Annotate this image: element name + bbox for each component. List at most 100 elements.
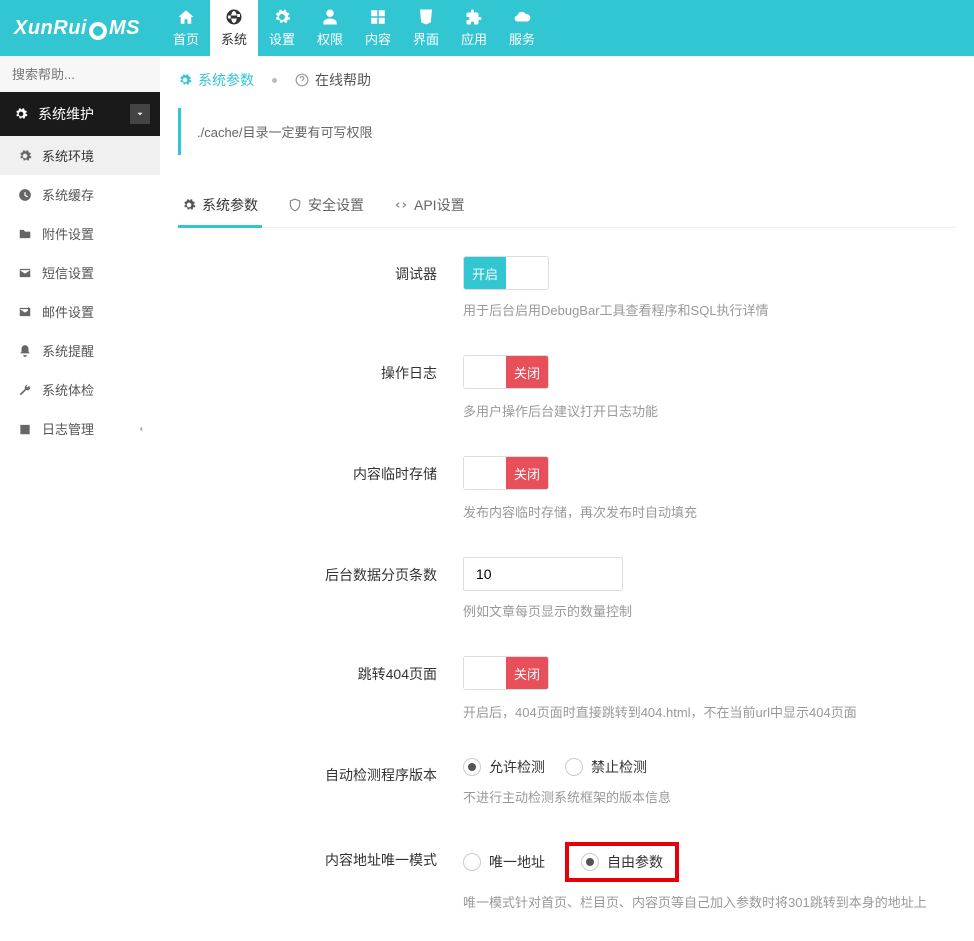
radio-icon — [463, 758, 481, 776]
brand-left: XunRui — [14, 17, 87, 40]
row-oplog: 操作日志 关闭 多用户操作后台建议打开日志功能 — [178, 355, 956, 420]
toggle-off[interactable]: 关闭 — [506, 356, 548, 388]
label-tmpstore: 内容临时存储 — [178, 456, 463, 521]
sidebar-item-email[interactable]: 邮件设置 — [0, 292, 160, 331]
globe-icon — [225, 8, 243, 26]
nav-system[interactable]: 系统 — [210, 0, 258, 56]
radio-icon — [565, 758, 583, 776]
toggle-blank[interactable] — [506, 257, 548, 289]
cloud-icon — [513, 8, 531, 26]
mail-icon — [18, 266, 32, 280]
radio-unique-url[interactable]: 唯一地址 — [463, 852, 545, 872]
row-urlmode: 内容地址唯一模式 唯一地址 自由参数 唯一模式针对首页、栏目页、内容页等自己加入… — [178, 842, 956, 911]
help-pagesize: 例如文章每页显示的数量控制 — [463, 601, 956, 620]
settings-tabs: 系统参数 安全设置 API设置 — [178, 185, 956, 228]
radios-autocheck: 允许检测 禁止检测 — [463, 757, 956, 777]
help-tmpstore: 发布内容临时存储，再次发布时自动填充 — [463, 502, 956, 521]
gear-icon — [178, 73, 192, 87]
sidebar-item-health[interactable]: 系统体检 — [0, 370, 160, 409]
sidebar-category-maintenance[interactable]: 系统维护 — [0, 92, 160, 136]
shield-icon — [288, 198, 302, 212]
label-oplog: 操作日志 — [178, 355, 463, 420]
toggle-blank[interactable] — [464, 356, 506, 388]
row-tmpstore: 内容临时存储 关闭 发布内容临时存储，再次发布时自动填充 — [178, 456, 956, 521]
toggle-blank[interactable] — [464, 457, 506, 489]
toggle-blank[interactable] — [464, 657, 506, 689]
sidebar-item-sysenv[interactable]: 系统环境 — [0, 136, 160, 175]
brand-logo: XunRui MS — [0, 0, 154, 56]
home-icon — [177, 8, 195, 26]
sidebar-item-sms[interactable]: 短信设置 — [0, 253, 160, 292]
radio-icon — [581, 853, 599, 871]
nav-settings[interactable]: 设置 — [258, 0, 306, 56]
label-debugger: 调试器 — [178, 256, 463, 319]
toggle-tmpstore[interactable]: 关闭 — [463, 456, 549, 490]
crumb-online-help[interactable]: 在线帮助 — [295, 70, 371, 90]
gears-icon — [273, 8, 291, 26]
sidebar-item-syscache[interactable]: 系统缓存 — [0, 175, 160, 214]
grid-icon — [369, 8, 387, 26]
help-urlmode: 唯一模式针对首页、栏目页、内容页等自己加入参数时将301跳转到本身的地址上 — [463, 892, 956, 911]
toggle-jump404[interactable]: 关闭 — [463, 656, 549, 690]
breadcrumb: 系统参数 在线帮助 — [178, 70, 956, 90]
label-pagesize: 后台数据分页条数 — [178, 557, 463, 620]
sidebar-search[interactable] — [0, 56, 160, 92]
label-autocheck: 自动检测程序版本 — [178, 757, 463, 806]
alert-cache-writable: ./cache/目录一定要有可写权限 — [178, 108, 956, 155]
help-debugger: 用于后台启用DebugBar工具查看程序和SQL执行详情 — [463, 300, 956, 319]
sidebar-item-attach[interactable]: 附件设置 — [0, 214, 160, 253]
crumb-system-params[interactable]: 系统参数 — [178, 70, 254, 90]
radio-icon — [463, 853, 481, 871]
bell-icon — [18, 344, 32, 358]
nav-permission[interactable]: 权限 — [306, 0, 354, 56]
html5-icon — [417, 8, 435, 26]
label-urlmode: 内容地址唯一模式 — [178, 842, 463, 911]
folder-icon — [18, 227, 32, 241]
toggle-on[interactable]: 开启 — [464, 257, 506, 289]
tab-system-params[interactable]: 系统参数 — [178, 185, 262, 228]
nav-content[interactable]: 内容 — [354, 0, 402, 56]
toggle-oplog[interactable]: 关闭 — [463, 355, 549, 389]
radio-allow-check[interactable]: 允许检测 — [463, 757, 545, 777]
settings-form: 调试器 开启 用于后台启用DebugBar工具查看程序和SQL执行详情 操作日志… — [178, 256, 956, 911]
gear-icon — [182, 198, 196, 212]
help-autocheck: 不进行主动检测系统框架的版本信息 — [463, 787, 956, 806]
input-pagesize[interactable] — [463, 557, 623, 591]
row-jump404: 跳转404页面 关闭 开启后，404页面时直接跳转到404.html，不在当前u… — [178, 656, 956, 721]
sidebar-item-logs[interactable]: 日志管理 — [0, 409, 160, 448]
nav-apps[interactable]: 应用 — [450, 0, 498, 56]
sidebar-menu: 系统维护 系统环境 系统缓存 附件设置 短信设置 邮件设置 系统提醒 系统体检 … — [0, 92, 160, 448]
help-oplog: 多用户操作后台建议打开日志功能 — [463, 401, 956, 420]
nav-service[interactable]: 服务 — [498, 0, 546, 56]
user-icon — [321, 8, 339, 26]
flame-icon — [89, 16, 107, 40]
label-jump404: 跳转404页面 — [178, 656, 463, 721]
code-icon — [394, 198, 408, 212]
gear-icon — [18, 149, 32, 163]
mailout-icon — [18, 305, 32, 319]
toggle-debugger[interactable]: 开启 — [463, 256, 549, 290]
tab-api[interactable]: API设置 — [390, 185, 469, 228]
row-autocheck: 自动检测程序版本 允许检测 禁止检测 不进行主动检测系统框架的版本信息 — [178, 757, 956, 806]
radio-forbid-check[interactable]: 禁止检测 — [565, 757, 647, 777]
toggle-off[interactable]: 关闭 — [506, 657, 548, 689]
gear-icon — [14, 107, 28, 121]
brand-right: MS — [109, 17, 140, 40]
top-nav-items: 首页 系统 设置 权限 内容 界面 应用 服务 — [162, 0, 546, 56]
nav-home[interactable]: 首页 — [162, 0, 210, 56]
toggle-off[interactable]: 关闭 — [506, 457, 548, 489]
radio-free-params[interactable]: 自由参数 — [581, 852, 663, 872]
chevron-down-icon — [130, 104, 150, 124]
chevron-left-icon — [136, 424, 146, 434]
wrench-icon — [18, 383, 32, 397]
tab-security[interactable]: 安全设置 — [284, 185, 368, 228]
sidebar-item-notify[interactable]: 系统提醒 — [0, 331, 160, 370]
puzzle-icon — [465, 8, 483, 26]
help-icon — [295, 73, 309, 87]
top-navbar: XunRui MS 首页 系统 设置 权限 内容 界面 应用 服务 — [0, 0, 974, 56]
nav-ui[interactable]: 界面 — [402, 0, 450, 56]
help-jump404: 开启后，404页面时直接跳转到404.html，不在当前url中显示404页面 — [463, 702, 956, 721]
radios-urlmode: 唯一地址 自由参数 — [463, 842, 956, 882]
highlight-box: 自由参数 — [565, 842, 679, 882]
row-pagesize: 后台数据分页条数 例如文章每页显示的数量控制 — [178, 557, 956, 620]
